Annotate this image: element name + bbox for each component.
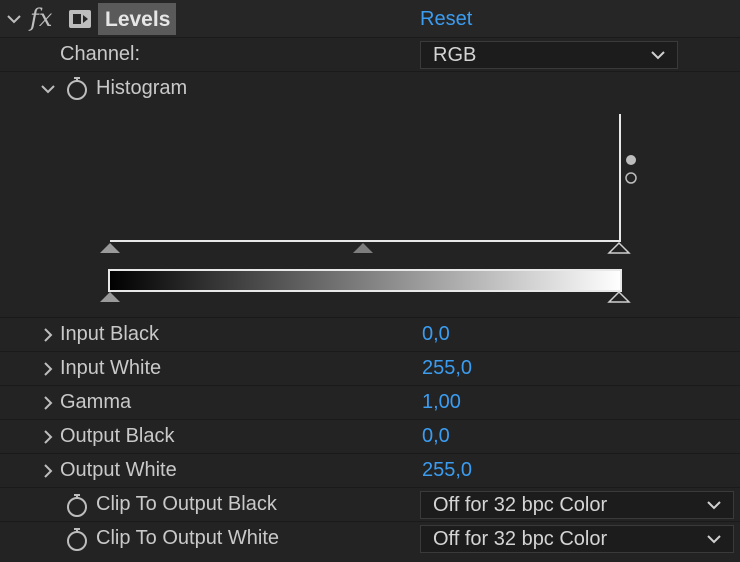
channel-dropdown[interactable]: RGB (420, 41, 678, 69)
clip-output-white-dropdown[interactable]: Off for 32 bpc Color (420, 525, 734, 553)
property-label: Gamma (60, 391, 132, 413)
levels-effect-panel: fx Levels Reset Channel: RGB Histogram I… (0, 0, 740, 562)
clip-value: Off for 32 bpc Color (433, 494, 608, 516)
fx-toggle[interactable]: fx (30, 4, 52, 32)
property-row-output-black: Output Black 0,0 (0, 420, 740, 454)
clip-label: Clip To Output White (96, 527, 280, 549)
clip-value: Off for 32 bpc Color (433, 528, 608, 550)
input-black-slider-icon (100, 243, 120, 253)
property-label: Output Black (60, 425, 175, 447)
chevron-down-icon (707, 535, 721, 544)
histogram-expand-chevron-icon[interactable] (40, 83, 56, 95)
collapse-chevron-icon[interactable] (6, 13, 22, 25)
clip-label: Clip To Output Black (96, 493, 277, 515)
channel-label: Channel: (60, 43, 141, 65)
output-gradient-bar (108, 269, 622, 292)
input-white-slider-icon (607, 241, 631, 254)
property-label: Input Black (60, 323, 159, 345)
histogram-label: Histogram (96, 77, 188, 99)
gamma-slider-icon (353, 243, 373, 253)
expand-chevron-icon[interactable] (40, 361, 56, 377)
property-label: Input White (60, 357, 162, 379)
property-row-output-white: Output White 255,0 (0, 454, 740, 488)
expand-chevron-icon[interactable] (40, 327, 56, 343)
effect-name: Levels (105, 8, 171, 31)
clip-output-black-row: Clip To Output Black Off for 32 bpc Colo… (0, 488, 740, 522)
effect-preset-icon (69, 10, 91, 28)
property-row-input-white: Input White 255,0 (0, 352, 740, 386)
chevron-down-icon (707, 501, 721, 510)
expand-chevron-icon[interactable] (40, 429, 56, 445)
clip-output-black-dropdown[interactable]: Off for 32 bpc Color (420, 491, 734, 519)
expand-chevron-icon[interactable] (40, 463, 56, 479)
histogram-section: Histogram (0, 72, 740, 318)
property-label: Output White (60, 459, 177, 481)
output-black-slider-icon (100, 292, 120, 302)
histogram-graph[interactable] (100, 110, 640, 310)
channel-dot-empty-icon (625, 172, 637, 184)
clip-output-white-row: Clip To Output White Off for 32 bpc Colo… (0, 522, 740, 562)
effect-name-box[interactable]: Levels (98, 3, 176, 35)
property-row-input-black: Input Black 0,0 (0, 318, 740, 352)
property-value[interactable]: 0,0 (422, 425, 450, 448)
stopwatch-icon[interactable] (66, 76, 88, 100)
property-value[interactable]: 1,00 (422, 391, 461, 414)
channel-dot-filled-icon (626, 155, 636, 165)
stopwatch-icon[interactable] (66, 493, 88, 517)
property-value[interactable]: 255,0 (422, 357, 472, 380)
stopwatch-icon[interactable] (66, 527, 88, 551)
property-value[interactable]: 255,0 (422, 459, 472, 482)
output-white-slider-icon (607, 290, 631, 303)
chevron-down-icon (651, 51, 665, 60)
property-row-gamma: Gamma 1,00 (0, 386, 740, 420)
effect-header-row: fx Levels Reset (0, 0, 740, 38)
expand-chevron-icon[interactable] (40, 395, 56, 411)
channel-row: Channel: RGB (0, 38, 740, 72)
channel-value: RGB (433, 44, 477, 66)
property-value[interactable]: 0,0 (422, 323, 450, 346)
reset-link[interactable]: Reset (420, 8, 472, 31)
